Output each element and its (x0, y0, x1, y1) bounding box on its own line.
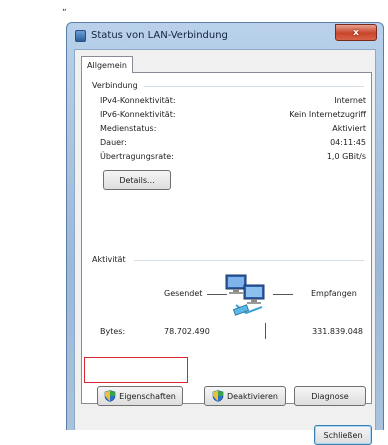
quote-mark: „ (62, 3, 67, 13)
row-value: Internet (334, 96, 366, 105)
deactivate-button-label: Deaktivieren (227, 391, 278, 401)
network-adapter-icon (75, 30, 86, 42)
row-value: Aktiviert (332, 124, 366, 133)
group-label-activity: Aktivität (92, 255, 129, 264)
received-label: Empfangen (311, 289, 357, 298)
deactivate-button[interactable]: Deaktivieren (204, 386, 286, 406)
row-label: IPv6-Konnektivität: (100, 110, 176, 119)
properties-button-label: Eigenschaften (119, 391, 176, 401)
sent-label: Gesendet (164, 289, 203, 298)
activity-divider (265, 323, 266, 339)
group-divider (134, 260, 364, 261)
group-label-connection: Verbindung (92, 81, 141, 90)
group-divider (144, 86, 364, 87)
diagnose-button[interactable]: Diagnose (294, 386, 366, 406)
title-bar[interactable]: Status von LAN-Verbindung x (67, 23, 383, 49)
row-ipv4: IPv4-Konnektivität: Internet (100, 96, 366, 108)
tab-allgemein[interactable]: Allgemein (81, 56, 133, 73)
network-computers-icon (225, 274, 265, 316)
uac-shield-icon (212, 390, 224, 402)
properties-button[interactable]: Eigenschaften (97, 386, 183, 406)
row-ipv6: IPv6-Konnektivität: Kein Internetzugriff (100, 110, 366, 122)
row-value: 1,0 GBit/s (326, 152, 366, 161)
uac-shield-icon (104, 390, 116, 402)
row-label: Medienstatus: (100, 124, 157, 133)
row-value: Kein Internetzugriff (289, 110, 366, 119)
bytes-label: Bytes: (100, 327, 126, 336)
close-window-button[interactable]: x (335, 24, 377, 41)
row-duration: Dauer: 04:11:45 (100, 138, 366, 150)
row-label: Dauer: (100, 138, 127, 147)
row-value: 04:11:45 (330, 138, 366, 147)
window-title: Status von LAN-Verbindung (91, 30, 228, 41)
bytes-received-value: 331.839.048 (312, 327, 363, 336)
received-connector-line (273, 294, 293, 295)
bytes-sent-value: 78.702.490 (164, 327, 210, 336)
dialog-client-area: Allgemein Verbindung IPv4-Konnektivität:… (74, 49, 376, 445)
tab-panel-allgemein: Verbindung IPv4-Konnektivität: Internet … (81, 72, 372, 406)
status-dialog-window: Status von LAN-Verbindung x Allgemein Ve… (66, 22, 384, 445)
details-button[interactable]: Details... (103, 170, 171, 190)
row-label: Übertragungsrate: (100, 152, 174, 161)
row-label: IPv4-Konnektivität: (100, 96, 176, 105)
row-transfer-rate: Übertragungsrate: 1,0 GBit/s (100, 152, 366, 164)
row-media-status: Medienstatus: Aktiviert (100, 124, 366, 136)
close-button[interactable]: Schließen (314, 425, 372, 445)
